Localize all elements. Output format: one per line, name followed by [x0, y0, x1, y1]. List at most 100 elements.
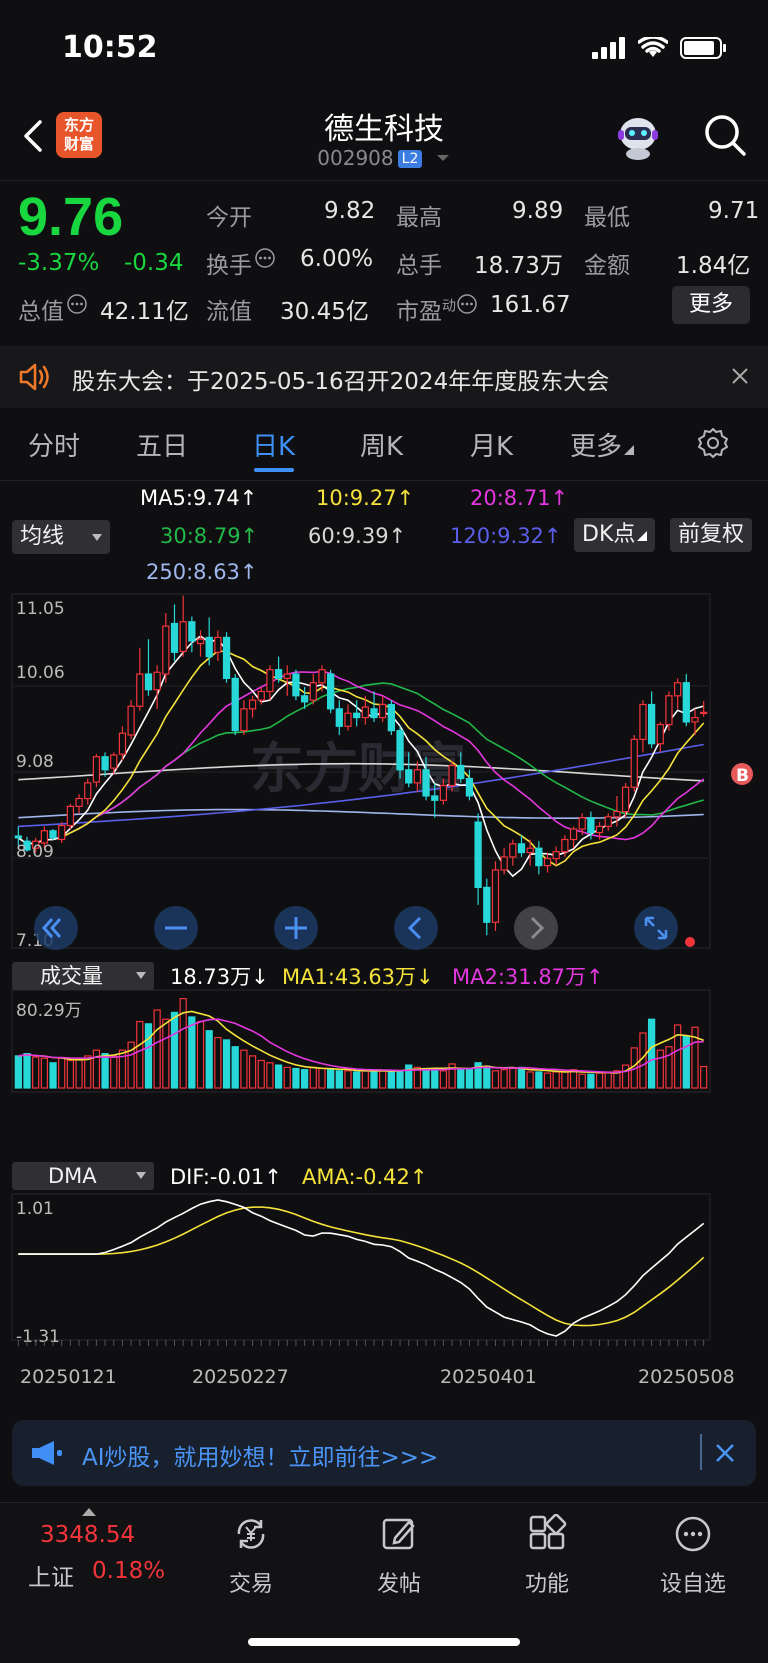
pe-value: 161.67 — [490, 292, 571, 318]
volume-value: 18.73万 — [474, 253, 563, 279]
index-pct[interactable]: 0.18% — [92, 1558, 165, 1584]
volume-bar — [170, 1011, 179, 1089]
nav-watchlist-label: 设自选 — [659, 1572, 726, 1597]
candle-body — [274, 669, 283, 679]
volume-bar — [595, 1072, 604, 1089]
candle-body — [552, 851, 560, 860]
fullscreen-button[interactable] — [634, 906, 678, 950]
candle-body — [639, 703, 647, 740]
open-value: 9.82 — [324, 198, 376, 224]
volume-bar — [248, 1055, 257, 1089]
volume-current: 18.73万↓ — [170, 965, 269, 989]
candle-body — [465, 777, 474, 797]
kline-chart-area[interactable]: 东方财富 11.05 10.06 9.08 8.09 7.10 B 成交量 18… — [0, 592, 768, 1362]
tab-intraday[interactable]: 分时 — [28, 426, 80, 463]
zoom-in-button[interactable] — [274, 906, 318, 950]
dma-ama: AMA:-0.42↑ — [302, 1165, 428, 1189]
volume-bar — [431, 1069, 439, 1089]
candle-body — [578, 817, 586, 830]
ma-selector[interactable]: 均线 — [12, 520, 110, 554]
candle-body — [700, 711, 708, 715]
candle-body — [266, 669, 274, 693]
candle-body — [84, 782, 92, 800]
index-name[interactable]: 上证 — [28, 1558, 74, 1592]
turnover-label[interactable]: 换手 — [206, 246, 276, 280]
more-quote-button[interactable]: 更多 — [672, 286, 750, 324]
corner-triangle-icon — [624, 445, 635, 455]
tab-weekly-k[interactable]: 周K — [360, 426, 403, 463]
zoom-out-button[interactable] — [154, 906, 198, 950]
volume-bar — [40, 1057, 48, 1089]
cellular-signal-icon — [592, 37, 625, 59]
trade-yen-icon — [237, 1519, 265, 1549]
nav-watchlist[interactable]: 设自选 — [638, 1514, 748, 1598]
close-icon[interactable] — [714, 1442, 736, 1464]
close-icon[interactable] — [730, 366, 750, 386]
volume-bar — [153, 1009, 161, 1089]
candle-body — [58, 824, 66, 841]
volume-bar — [222, 1039, 231, 1089]
date-tick-1: 20250121 — [20, 1366, 117, 1388]
header-divider — [0, 180, 768, 181]
forward-adjust-button[interactable]: 前复权 — [670, 518, 753, 552]
settings-gear-icon[interactable] — [696, 426, 730, 460]
volume-bar — [500, 1069, 508, 1089]
candle-body — [509, 843, 517, 858]
ma120-value: 120:9.32↑ — [450, 524, 562, 548]
volume-bar — [66, 1059, 75, 1089]
volume-bar — [405, 1064, 413, 1089]
level-badge: L2 — [397, 150, 423, 168]
volume-bar — [665, 1046, 673, 1089]
volume-bar — [353, 1071, 361, 1089]
candle-body — [144, 673, 153, 691]
scroll-right-button[interactable] — [514, 906, 558, 950]
dif-line — [18, 1199, 705, 1337]
search-icon[interactable] — [700, 110, 750, 160]
volume-title: 成交量 — [40, 964, 103, 988]
tab-more[interactable]: 更多 — [570, 426, 635, 463]
candle-body — [153, 671, 161, 691]
low-label: 最低 — [584, 205, 630, 231]
nav-post[interactable]: 发帖 — [344, 1514, 454, 1598]
candle-body — [569, 828, 578, 841]
info-dots-icon — [457, 294, 477, 314]
buy-marker[interactable]: B — [731, 763, 753, 786]
nav-divider — [0, 1502, 768, 1503]
dk-point-button[interactable]: DK点 — [574, 518, 656, 552]
battery-icon — [680, 37, 726, 59]
volume-bar — [387, 1071, 395, 1089]
caret-down-icon — [92, 534, 102, 541]
volume-bar — [483, 1065, 491, 1089]
candle-body — [439, 784, 448, 801]
candle-body — [101, 756, 109, 771]
nav-functions[interactable]: 功能 — [492, 1513, 602, 1598]
tab-monthly-k[interactable]: 月K — [470, 426, 513, 463]
robot-assistant-icon[interactable] — [612, 110, 664, 162]
ai-promo-banner[interactable]: AI炒股，就用妙想！立即前往>>> — [12, 1420, 756, 1486]
candle-body — [118, 732, 127, 755]
scroll-left-button[interactable] — [394, 906, 438, 950]
candle-body — [665, 695, 673, 726]
info-dots-icon — [255, 248, 275, 268]
candle-body — [196, 638, 205, 645]
nav-trade[interactable]: 交易 — [196, 1514, 306, 1598]
index-value[interactable]: 3348.54 — [40, 1522, 135, 1548]
candle-body — [543, 858, 552, 867]
volume-bars — [14, 998, 708, 1089]
candle-body — [474, 821, 482, 888]
notice-banner[interactable]: 股东大会：于2025-05-16召开2024年年度股东大会 — [0, 346, 768, 408]
turnover-value: 6.00% — [300, 246, 374, 272]
candle-body — [110, 754, 118, 769]
candle-body — [222, 636, 231, 679]
candle-body — [587, 817, 595, 834]
mktcap-label[interactable]: 总值 — [18, 292, 88, 326]
tab-daily-k[interactable]: 日K — [252, 426, 295, 463]
pe-label[interactable]: 市盈动 — [396, 292, 478, 326]
more-dots-icon — [675, 1516, 711, 1552]
scroll-left-fast-button[interactable] — [34, 906, 78, 950]
wifi-icon — [638, 37, 668, 57]
tabs-divider — [0, 480, 768, 481]
volume-bar — [309, 1066, 317, 1089]
tab-five-day[interactable]: 五日 — [136, 426, 188, 463]
candle-body — [353, 712, 361, 719]
